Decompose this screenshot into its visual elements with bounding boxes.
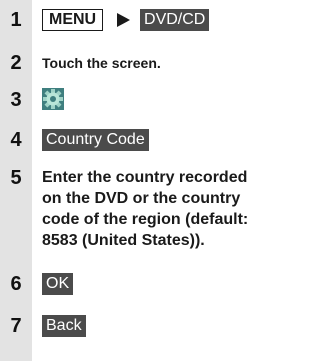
country-code-button[interactable]: Country Code [42,129,149,151]
step-number: 3 [10,89,22,111]
step-text-line: 8583 (United States)). [42,232,205,249]
procedure-steps: 1 MENU DVD/CD 2 Touch the screen. 3 4 Co… [0,0,335,361]
step-text: Touch the screen. [42,55,161,71]
step-text-line: on the DVD or the country [42,190,241,207]
triangle-right-icon [116,12,130,27]
step-text: Enter the country recorded on the DVD or… [42,167,248,251]
step-number: 6 [10,273,22,295]
step-text-line: code of the region (default: [42,211,249,228]
step-number: 2 [10,52,22,74]
step-text-line: Enter the country recorded [42,169,248,186]
step-number: 4 [10,129,22,151]
step-number: 7 [10,315,22,337]
step-number: 5 [10,167,22,189]
step-number: 1 [10,9,22,31]
gear-settings-icon[interactable] [42,88,64,110]
menu-button[interactable]: MENU [42,9,104,31]
dvd-cd-button[interactable]: DVD/CD [140,9,210,31]
ok-button[interactable]: OK [42,273,74,295]
back-button[interactable]: Back [42,315,86,337]
